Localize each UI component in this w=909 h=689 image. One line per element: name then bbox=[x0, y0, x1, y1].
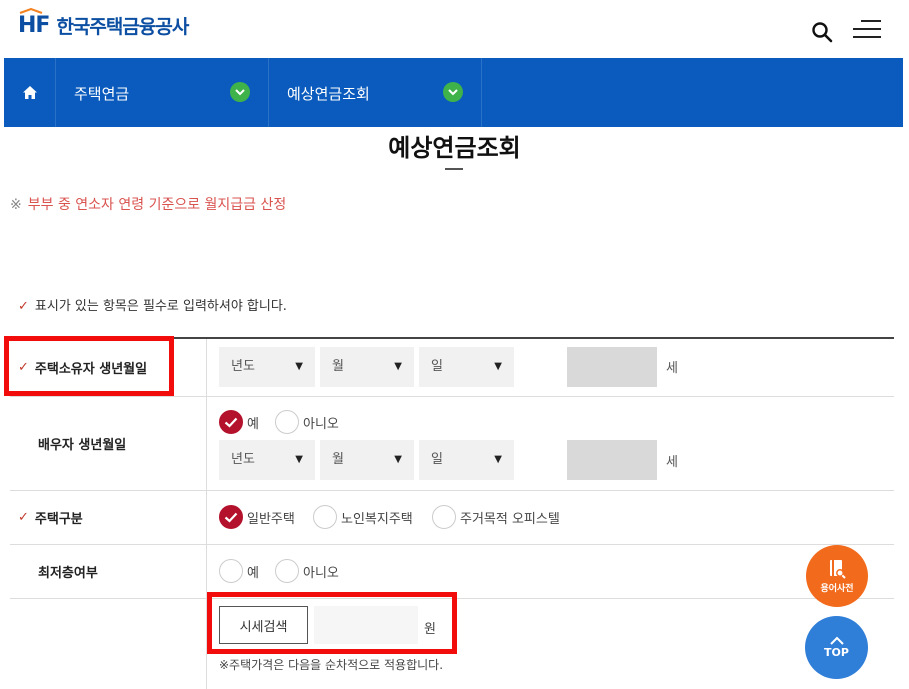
notice-message: 부부 중 연소자 연령 기준으로 월지급금 산정 bbox=[27, 197, 287, 213]
check-icon: ✓ bbox=[18, 510, 29, 525]
highlight-box-owner-birth bbox=[4, 336, 174, 396]
house-type-general-label: 일반주택 bbox=[247, 511, 295, 527]
home-icon bbox=[22, 86, 37, 99]
check-icon bbox=[219, 505, 243, 529]
spouse-birth-label: 배우자 생년월일 bbox=[10, 397, 207, 490]
check-icon bbox=[219, 410, 243, 434]
book-search-icon bbox=[830, 559, 846, 579]
check-icon: ✓ bbox=[18, 299, 29, 314]
nav-dropdown-pension[interactable]: 주택연금 bbox=[56, 58, 269, 127]
title-divider bbox=[445, 168, 463, 170]
radio-circle bbox=[219, 559, 243, 583]
dropdown-arrow-icon: ▼ bbox=[295, 454, 303, 465]
spouse-yes-label: 예 bbox=[247, 416, 259, 432]
required-note-text: 표시가 있는 항목은 필수로 입력하셔야 합니다. bbox=[34, 299, 287, 314]
menu-icon[interactable] bbox=[853, 20, 881, 40]
owner-age-unit: 세 bbox=[666, 361, 678, 376]
spouse-age-unit: 세 bbox=[666, 455, 678, 470]
spouse-birth-month-select[interactable]: 월 ▼ bbox=[320, 440, 414, 480]
radio-circle bbox=[313, 505, 337, 529]
price-note: ※주택가격은 다음을 순차적으로 적용합니다. bbox=[219, 658, 444, 672]
scroll-top-label: TOP bbox=[824, 646, 849, 659]
dropdown-arrow-icon: ▼ bbox=[494, 361, 502, 372]
house-type-officetel-label: 주거목적 오피스텔 bbox=[460, 511, 560, 527]
spouse-no-radio[interactable]: 아니오 bbox=[275, 410, 339, 434]
house-type-senior-radio[interactable]: 노인복지주택 bbox=[313, 505, 413, 529]
arrow-up-icon bbox=[829, 636, 844, 645]
logo-text: 한국주택금융공사 bbox=[56, 16, 189, 38]
radio-circle bbox=[275, 410, 299, 434]
owner-birth-day-select[interactable]: 일 ▼ bbox=[419, 347, 514, 387]
highlight-box-price-search bbox=[207, 592, 457, 654]
dictionary-label: 용어사전 bbox=[820, 583, 854, 594]
lowest-floor-row: 최저층여부 bbox=[10, 545, 894, 599]
notice-text: ※ 부부 중 연소자 연령 기준으로 월지급금 산정 bbox=[10, 194, 286, 214]
search-icon[interactable] bbox=[811, 21, 833, 43]
required-note: ✓ 표시가 있는 항목은 필수로 입력하셔야 합니다. bbox=[18, 295, 287, 314]
owner-birth-year-select[interactable]: 년도 ▼ bbox=[219, 347, 315, 387]
house-type-label-text: 주택구분 bbox=[34, 512, 83, 527]
location-nav: 주택연금 예상연금조회 bbox=[4, 58, 903, 127]
lowest-floor-no-label: 아니오 bbox=[303, 565, 339, 581]
dropdown-arrow-icon: ▼ bbox=[494, 454, 502, 465]
nav-item-label: 예상연금조회 bbox=[287, 85, 370, 103]
chevron-down-icon bbox=[230, 82, 250, 102]
spouse-yes-radio[interactable]: 예 bbox=[219, 410, 259, 434]
lowest-floor-yes-label: 예 bbox=[247, 565, 259, 581]
dropdown-arrow-icon: ▼ bbox=[295, 361, 303, 372]
spouse-age-field bbox=[567, 440, 657, 480]
owner-birth-month-select[interactable]: 월 ▼ bbox=[320, 347, 414, 387]
dictionary-button[interactable]: 용어사전 bbox=[806, 545, 868, 607]
house-type-label: ✓ 주택구분 bbox=[10, 491, 207, 544]
radio-circle bbox=[275, 559, 299, 583]
lowest-floor-no-radio[interactable]: 아니오 bbox=[275, 559, 339, 583]
house-type-senior-label: 노인복지주택 bbox=[341, 511, 413, 527]
house-type-officetel-radio[interactable]: 주거목적 오피스텔 bbox=[432, 505, 560, 529]
lowest-floor-label: 최저층여부 bbox=[10, 545, 207, 598]
page-title: 예상연금조회 bbox=[388, 134, 521, 162]
site-header: HF 한국주택금융공사 bbox=[0, 0, 909, 58]
spouse-birth-day-select[interactable]: 일 ▼ bbox=[419, 440, 514, 480]
logo-mark: HF bbox=[18, 8, 50, 38]
nav-item-label: 주택연금 bbox=[74, 85, 130, 103]
dropdown-arrow-icon: ▼ bbox=[394, 454, 402, 465]
home-button[interactable] bbox=[4, 58, 56, 127]
spouse-birth-year-select[interactable]: 년도 ▼ bbox=[219, 440, 315, 480]
lowest-floor-yes-radio[interactable]: 예 bbox=[219, 559, 259, 583]
house-type-general-radio[interactable]: 일반주택 bbox=[219, 505, 295, 529]
nav-dropdown-estimate[interactable]: 예상연금조회 bbox=[269, 58, 482, 127]
scroll-top-button[interactable]: TOP bbox=[805, 616, 868, 679]
chevron-down-icon bbox=[443, 82, 463, 102]
notice-mark: ※ bbox=[10, 197, 22, 213]
dropdown-arrow-icon: ▼ bbox=[394, 361, 402, 372]
logo-roof-icon bbox=[19, 8, 43, 14]
house-price-label bbox=[10, 599, 207, 689]
radio-circle bbox=[432, 505, 456, 529]
site-logo[interactable]: HF 한국주택금융공사 bbox=[18, 8, 189, 39]
owner-age-field bbox=[567, 347, 657, 387]
spouse-no-label: 아니오 bbox=[303, 416, 339, 432]
